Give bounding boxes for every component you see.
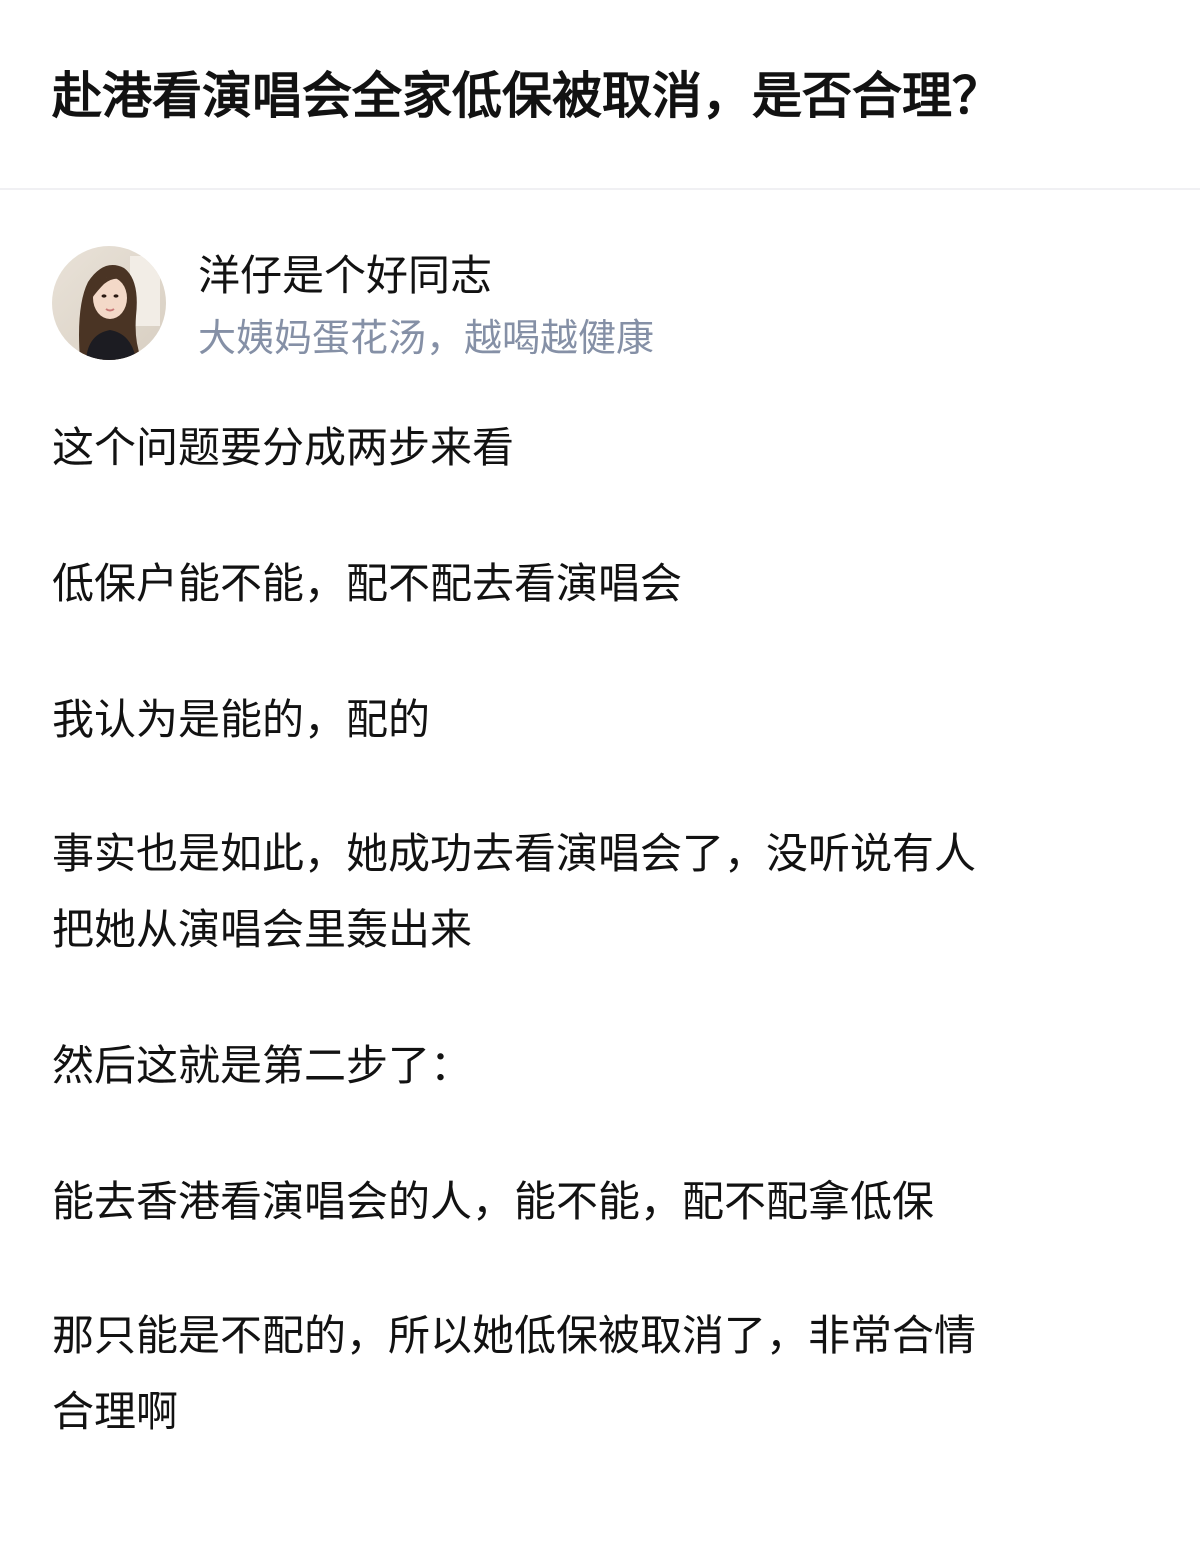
answer-paragraph: 低保户能不能，配不配去看演唱会 [52, 546, 1152, 622]
answer-line: 然后这就是第二步了： [52, 1041, 473, 1090]
answer-line: 事实也是如此，她成功去看演唱会了，没听说有人 [52, 829, 977, 878]
answer-line: 我认为是能的，配的 [52, 695, 431, 744]
question-header: 赴港看演唱会全家低保被取消，是否合理？ [0, 0, 1200, 190]
answer-paragraph: 这个问题要分成两步来看 [52, 410, 1152, 486]
answer-line: 合理啊 [52, 1387, 179, 1436]
answer-line: 这个问题要分成两步来看 [52, 423, 515, 472]
answer-line: 能去香港看演唱会的人，能不能，配不配拿低保 [52, 1177, 935, 1226]
author-name[interactable]: 洋仔是个好同志 [198, 248, 492, 304]
question-title[interactable]: 赴港看演唱会全家低保被取消，是否合理？ [52, 58, 1002, 134]
answer-paragraph: 然后这就是第二步了： [52, 1028, 1152, 1104]
user-avatar-icon[interactable] [52, 246, 166, 360]
answer-paragraph: 我认为是能的，配的 [52, 682, 1152, 758]
author-card: 洋仔是个好同志 大姨妈蛋花汤，越喝越健康 [52, 246, 1152, 362]
answer-line: 那只能是不配的，所以她低保被取消了，非常合情 [52, 1311, 977, 1360]
answer-paragraph: 那只能是不配的，所以她低保被取消了，非常合情 合理啊 [52, 1298, 1152, 1450]
answer-line: 低保户能不能，配不配去看演唱会 [52, 559, 683, 608]
author-headline: 大姨妈蛋花汤，越喝越健康 [198, 316, 655, 360]
answer-line: 把她从演唱会里轰出来 [52, 905, 473, 954]
answer-paragraph: 能去香港看演唱会的人，能不能，配不配拿低保 [52, 1164, 1152, 1240]
answer-paragraph: 事实也是如此，她成功去看演唱会了，没听说有人 把她从演唱会里轰出来 [52, 816, 1152, 968]
